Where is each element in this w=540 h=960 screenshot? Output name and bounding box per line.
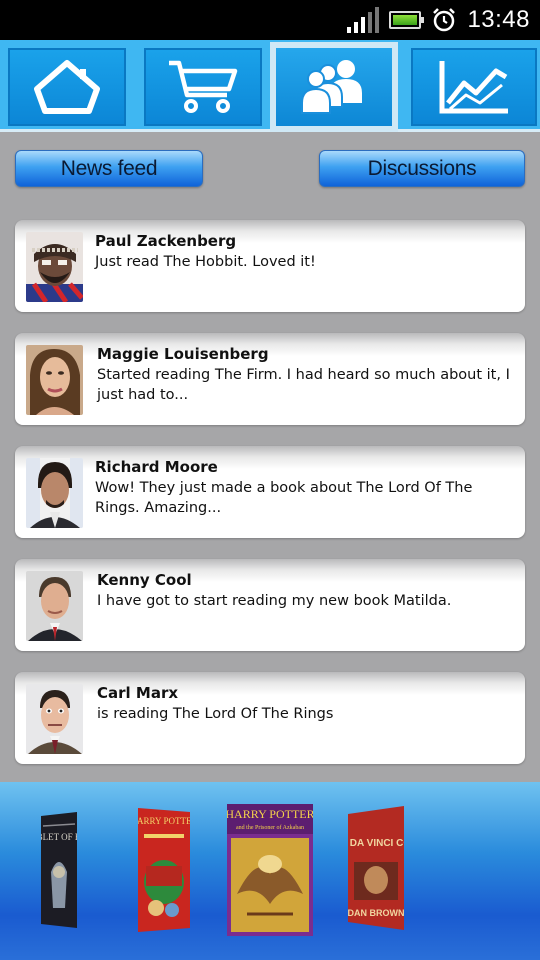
people-icon — [301, 60, 362, 114]
post-text: is reading The Lord Of The Rings — [97, 706, 334, 722]
book-cover[interactable]: GOBLET OF FIRE — [41, 812, 77, 928]
book-title: HARRY POTTER — [138, 816, 190, 826]
book-title: THE DA VINCI CODE — [348, 838, 404, 849]
chart-icon — [439, 61, 508, 114]
book-title: GOBLET OF FIRE — [41, 832, 77, 842]
news-feed-list: Paul Zackenberg Just read The Hobbit. Lo… — [15, 220, 525, 785]
feed-item[interactable]: Kenny Cool I have got to start reading m… — [15, 559, 525, 651]
signal-icon — [347, 7, 380, 33]
alarm-icon — [433, 8, 456, 32]
tab-home[interactable] — [8, 48, 126, 126]
avatar — [26, 684, 83, 754]
book-author: DAN BROWN — [348, 908, 404, 918]
news-feed-button[interactable]: News feed — [15, 150, 203, 187]
book-carousel[interactable]: GOBLET OF FIRE HARRY POTTER HARRY POTTER… — [0, 782, 540, 960]
avatar — [26, 345, 83, 415]
cart-icon — [169, 60, 238, 113]
book-subtitle: and the Prisoner of Azkaban — [236, 824, 304, 831]
post-text: Started reading The Firm. I had heard so… — [97, 367, 510, 403]
book-cover[interactable]: HARRY POTTER and the Prisoner of Azkaban — [227, 804, 313, 936]
avatar — [26, 232, 83, 302]
top-nav — [0, 40, 540, 132]
book-cover[interactable]: THE DA VINCI CODE DAN BROWN — [348, 806, 404, 930]
post-author: Maggie Louisenberg — [97, 345, 269, 363]
post-author: Carl Marx — [97, 684, 179, 702]
book-cover[interactable]: HARRY POTTER — [138, 808, 190, 932]
post-text: Wow! They just made a book about The Lor… — [95, 480, 473, 516]
discussions-button[interactable]: Discussions — [319, 150, 525, 187]
post-author: Paul Zackenberg — [95, 232, 237, 250]
feed-item[interactable]: Paul Zackenberg Just read The Hobbit. Lo… — [15, 220, 525, 312]
tab-cart[interactable] — [144, 48, 262, 126]
tab-statistics[interactable] — [411, 48, 537, 126]
status-bar: 13:48 — [0, 0, 540, 40]
battery-icon — [389, 11, 425, 29]
avatar — [26, 571, 83, 641]
post-text: Just read The Hobbit. Loved it! — [95, 254, 316, 270]
post-author: Richard Moore — [95, 458, 218, 476]
status-time: 13:48 — [467, 6, 530, 33]
post-text: I have got to start reading my new book … — [97, 593, 452, 609]
feed-item[interactable]: Carl Marx is reading The Lord Of The Rin… — [15, 672, 525, 764]
tab-community[interactable] — [270, 42, 398, 132]
post-author: Kenny Cool — [97, 571, 192, 589]
feed-item[interactable]: Maggie Louisenberg Started reading The F… — [15, 333, 525, 425]
feed-item[interactable]: Richard Moore Wow! They just made a book… — [15, 446, 525, 538]
avatar — [26, 458, 83, 528]
book-title: HARRY POTTER — [227, 807, 313, 821]
home-icon — [34, 60, 100, 114]
